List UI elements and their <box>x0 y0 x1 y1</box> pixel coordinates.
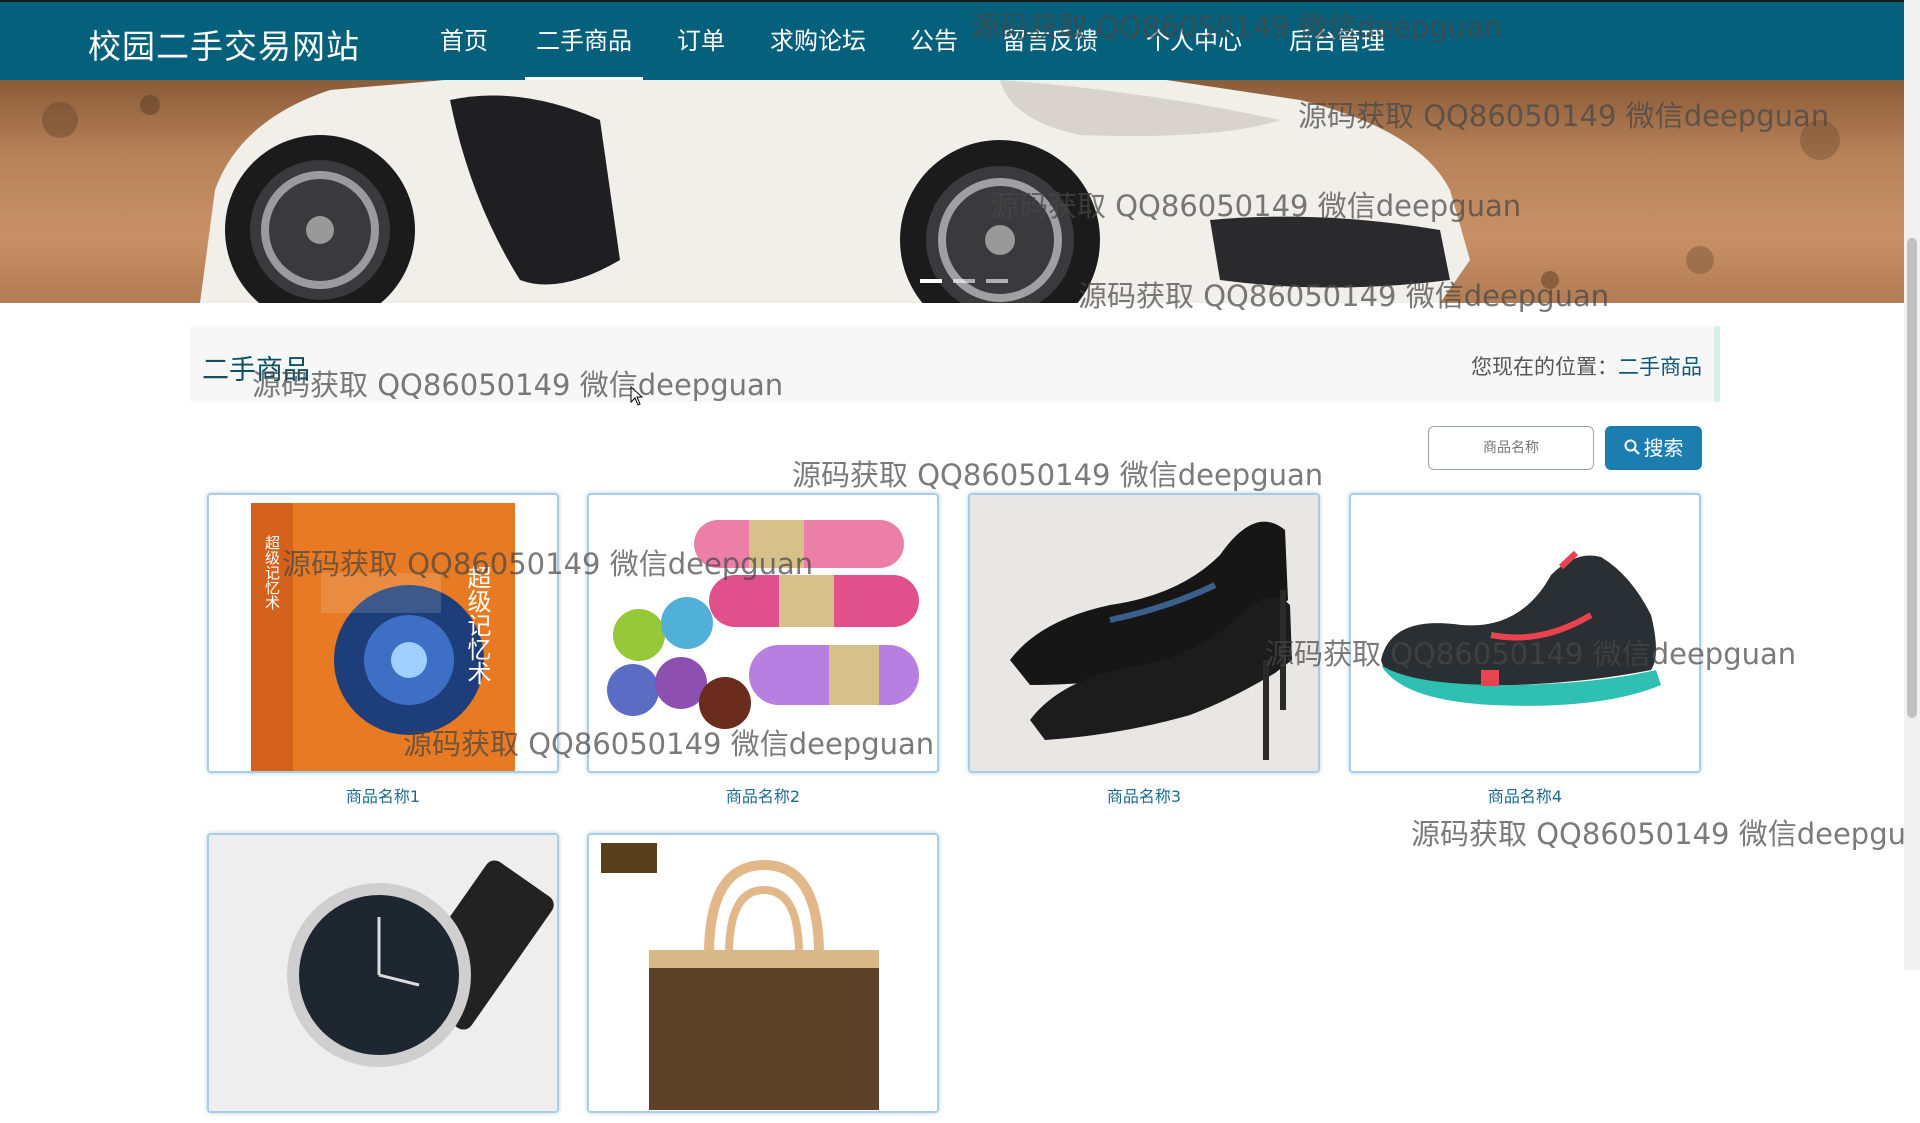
search-icon <box>1624 426 1640 470</box>
product-name-link[interactable]: 商品名称1 <box>207 783 559 807</box>
book-cover-text: 超级记忆术 <box>463 565 491 685</box>
product-card[interactable]: 商品名称4 <box>1349 493 1701 807</box>
product-name-link[interactable]: 商品名称2 <box>587 783 939 807</box>
search-button-label: 搜索 <box>1643 436 1684 460</box>
search-button[interactable]: 搜索 <box>1605 426 1702 470</box>
breadcrumb-current[interactable]: 二手商品 <box>1618 355 1702 379</box>
nav-orders[interactable]: 订单 <box>672 2 730 80</box>
scrollbar-thumb[interactable] <box>1907 238 1917 718</box>
nav-notices[interactable]: 公告 <box>905 2 963 80</box>
watermark-text: 源码获取 QQ86050149 微信deepguan <box>792 458 1324 492</box>
product-image-handbag[interactable] <box>587 833 939 1113</box>
site-title[interactable]: 校园二手交易网站 <box>88 20 360 68</box>
top-navbar: 校园二手交易网站 首页 二手商品 订单 求购论坛 公告 留言反馈 个人中心 后台… <box>0 0 1904 80</box>
breadcrumb: 您现在的位置：二手商品 <box>1471 351 1702 381</box>
nav-admin[interactable]: 后台管理 <box>1281 2 1393 80</box>
product-name-link[interactable]: 商品名称4 <box>1349 783 1701 807</box>
page-title: 二手商品 <box>202 355 310 386</box>
nav-products[interactable]: 二手商品 <box>525 2 643 80</box>
product-name-search-input[interactable] <box>1428 426 1594 470</box>
mouse-cursor-icon <box>630 385 644 410</box>
breadcrumb-label: 您现在的位置： <box>1471 355 1618 379</box>
product-image-high-heels[interactable] <box>968 493 1320 773</box>
product-card[interactable]: 商品名称2 <box>587 493 939 807</box>
product-image-memory-book[interactable]: 超级记忆术 超级记忆术 <box>207 493 559 773</box>
product-card[interactable]: 商品名称3 <box>968 493 1320 807</box>
nav-feedback[interactable]: 留言反馈 <box>994 2 1106 80</box>
product-image-wristwatch[interactable] <box>207 833 559 1113</box>
product-card[interactable] <box>207 833 559 1123</box>
carousel-indicators <box>920 268 1014 287</box>
carousel-dot[interactable] <box>920 279 942 283</box>
product-image-sneaker[interactable] <box>1349 493 1701 773</box>
nav-home[interactable]: 首页 <box>432 2 496 80</box>
banner-carousel[interactable] <box>0 80 1904 303</box>
product-image-yoga-mats[interactable] <box>587 493 939 773</box>
nav-forum[interactable]: 求购论坛 <box>762 2 874 80</box>
nav-profile[interactable]: 个人中心 <box>1138 2 1250 80</box>
product-name-link[interactable]: 商品名称3 <box>968 783 1320 807</box>
section-header: 二手商品 您现在的位置：二手商品 <box>190 326 1720 402</box>
product-card[interactable] <box>587 833 939 1123</box>
book-spine-text: 超级记忆术 <box>263 535 281 610</box>
watermark-text: 源码获取 QQ86050149 微信deepguan <box>1411 817 1920 851</box>
carousel-dot[interactable] <box>986 279 1009 283</box>
carousel-dot[interactable] <box>953 279 976 283</box>
product-card[interactable]: 超级记忆术 超级记忆术 商品名称1 <box>207 493 559 807</box>
